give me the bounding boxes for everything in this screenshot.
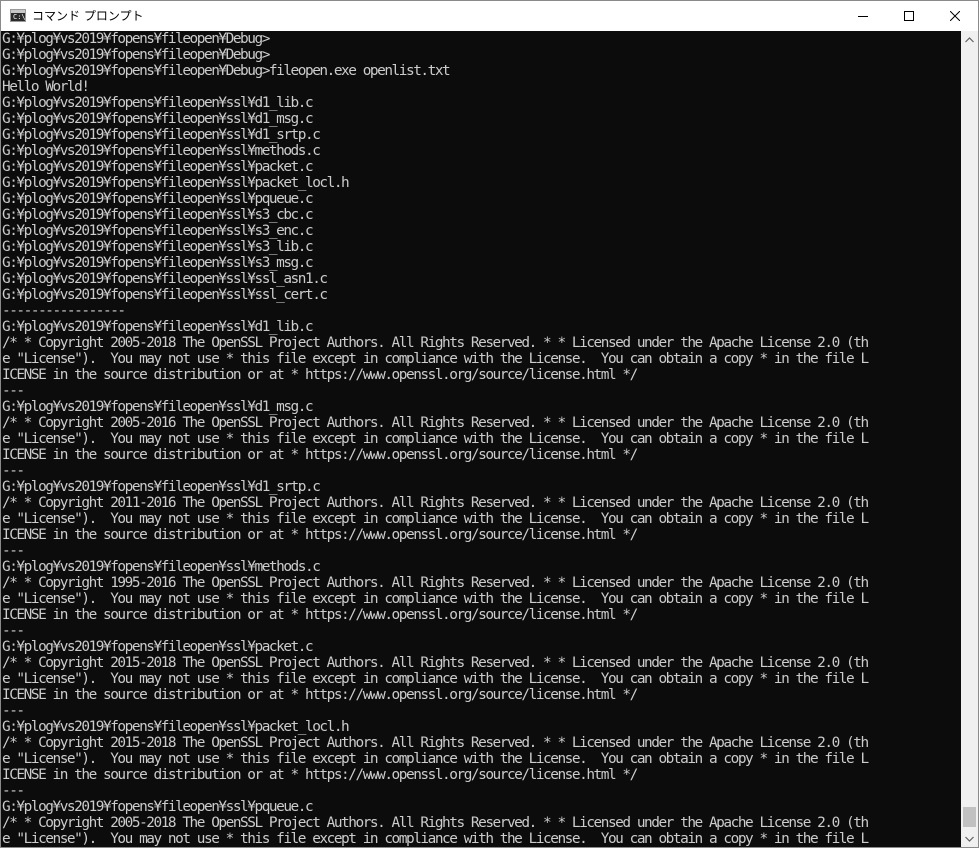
console-line: /* * Copyright 1995-2016 The OpenSSL Pro… <box>2 575 869 591</box>
console-line: G:¥plog¥vs2019¥fopens¥fileopen¥ssl¥d1_sr… <box>2 127 321 143</box>
console-line: G:¥plog¥vs2019¥fopens¥fileopen¥ssl¥packe… <box>2 639 314 655</box>
console-line: --- <box>2 543 25 559</box>
console-line: /* * Copyright 2011-2016 The OpenSSL Pro… <box>2 495 869 511</box>
console-line: /* * Copyright 2015-2018 The OpenSSL Pro… <box>2 655 869 671</box>
console-line: e "License"). You may not use * this fil… <box>2 351 869 367</box>
console-line: G:¥plog¥vs2019¥fopens¥fileopen¥Debug> <box>2 31 270 47</box>
console-line: e "License"). You may not use * this fil… <box>2 751 869 767</box>
console-line: G:¥plog¥vs2019¥fopens¥fileopen¥ssl¥s3_en… <box>2 223 314 239</box>
console-line: --- <box>2 783 25 799</box>
console-line: G:¥plog¥vs2019¥fopens¥fileopen¥ssl¥packe… <box>2 719 350 735</box>
console-line: --- <box>2 383 25 399</box>
console-line: e "License"). You may not use * this fil… <box>2 831 869 847</box>
console-line: --- <box>2 703 25 719</box>
console-line: G:¥plog¥vs2019¥fopens¥fileopen¥ssl¥ssl_c… <box>2 287 328 303</box>
title-bar[interactable]: C:\ コマンド プロンプト <box>1 1 978 31</box>
console-line: ICENSE in the source distribution or at … <box>2 767 638 783</box>
console-line: G:¥plog¥vs2019¥fopens¥fileopen¥ssl¥s3_li… <box>2 239 314 255</box>
console-line: G:¥plog¥vs2019¥fopens¥fileopen¥ssl¥s3_ms… <box>2 255 314 271</box>
vertical-scrollbar[interactable] <box>961 31 978 847</box>
minimize-icon <box>858 16 868 17</box>
console-line: G:¥plog¥vs2019¥fopens¥fileopen¥Debug> <box>2 47 270 63</box>
console-line: G:¥plog¥vs2019¥fopens¥fileopen¥ssl¥metho… <box>2 559 321 575</box>
maximize-button[interactable] <box>886 1 932 31</box>
scroll-thumb[interactable] <box>963 807 976 827</box>
chevron-up-icon <box>965 36 974 42</box>
console-line: ----------------- <box>2 303 126 319</box>
console-line: /* * Copyright 2005-2016 The OpenSSL Pro… <box>2 415 869 431</box>
console-line: ICENSE in the source distribution or at … <box>2 607 638 623</box>
console-line: G:¥plog¥vs2019¥fopens¥fileopen¥ssl¥d1_ms… <box>2 399 314 415</box>
console-line: G:¥plog¥vs2019¥fopens¥fileopen¥ssl¥ssl_a… <box>2 271 328 287</box>
minimize-button[interactable] <box>840 1 886 31</box>
window-title: コマンド プロンプト <box>32 9 144 23</box>
console-line: G:¥plog¥vs2019¥fopens¥fileopen¥ssl¥pqueu… <box>2 799 314 815</box>
scroll-up-button[interactable] <box>961 31 978 48</box>
console-line: G:¥plog¥vs2019¥fopens¥fileopen¥Debug>fil… <box>2 63 451 79</box>
console-line: G:¥plog¥vs2019¥fopens¥fileopen¥ssl¥packe… <box>2 159 314 175</box>
close-button[interactable] <box>932 1 978 31</box>
console-line: G:¥plog¥vs2019¥fopens¥fileopen¥ssl¥packe… <box>2 175 350 191</box>
console-line: e "License"). You may not use * this fil… <box>2 511 869 527</box>
console-output[interactable]: G:¥plog¥vs2019¥fopens¥fileopen¥Debug> G:¥… <box>1 31 961 847</box>
console-line: G:¥plog¥vs2019¥fopens¥fileopen¥ssl¥d1_sr… <box>2 479 321 495</box>
chevron-down-icon <box>965 836 974 842</box>
close-icon <box>950 11 960 21</box>
console-line: /* * Copyright 2015-2018 The OpenSSL Pro… <box>2 735 869 751</box>
maximize-icon <box>904 11 914 21</box>
console-line: e "License"). You may not use * this fil… <box>2 591 869 607</box>
command-prompt-icon[interactable]: C:\ <box>10 9 26 22</box>
console-line: --- <box>2 623 25 639</box>
console-line: --- <box>2 463 25 479</box>
console-line: ICENSE in the source distribution or at … <box>2 527 638 543</box>
console-line: e "License"). You may not use * this fil… <box>2 671 869 687</box>
console-line: e "License"). You may not use * this fil… <box>2 431 869 447</box>
app-icon-label: C:\ <box>13 13 26 21</box>
console-line: /* * Copyright 2005-2018 The OpenSSL Pro… <box>2 335 869 351</box>
command-prompt-window: C:\ コマンド プロンプト G:¥plog¥vs2019¥fopens¥fil… <box>0 0 979 848</box>
console-line: G:¥plog¥vs2019¥fopens¥fileopen¥ssl¥pqueu… <box>2 191 314 207</box>
console-line: ICENSE in the source distribution or at … <box>2 447 638 463</box>
console-line: ICENSE in the source distribution or at … <box>2 687 638 703</box>
console-line: G:¥plog¥vs2019¥fopens¥fileopen¥ssl¥metho… <box>2 143 321 159</box>
console-line: /* * Copyright 2005-2018 The OpenSSL Pro… <box>2 815 869 831</box>
scroll-down-button[interactable] <box>961 830 978 847</box>
console-line: G:¥plog¥vs2019¥fopens¥fileopen¥ssl¥d1_li… <box>2 319 314 335</box>
console-line: G:¥plog¥vs2019¥fopens¥fileopen¥ssl¥d1_li… <box>2 95 314 111</box>
console-line: Hello World! <box>2 79 90 95</box>
console-line: ICENSE in the source distribution or at … <box>2 367 638 383</box>
console-line: G:¥plog¥vs2019¥fopens¥fileopen¥ssl¥d1_ms… <box>2 111 314 127</box>
console-line: G:¥plog¥vs2019¥fopens¥fileopen¥ssl¥s3_cb… <box>2 207 314 223</box>
